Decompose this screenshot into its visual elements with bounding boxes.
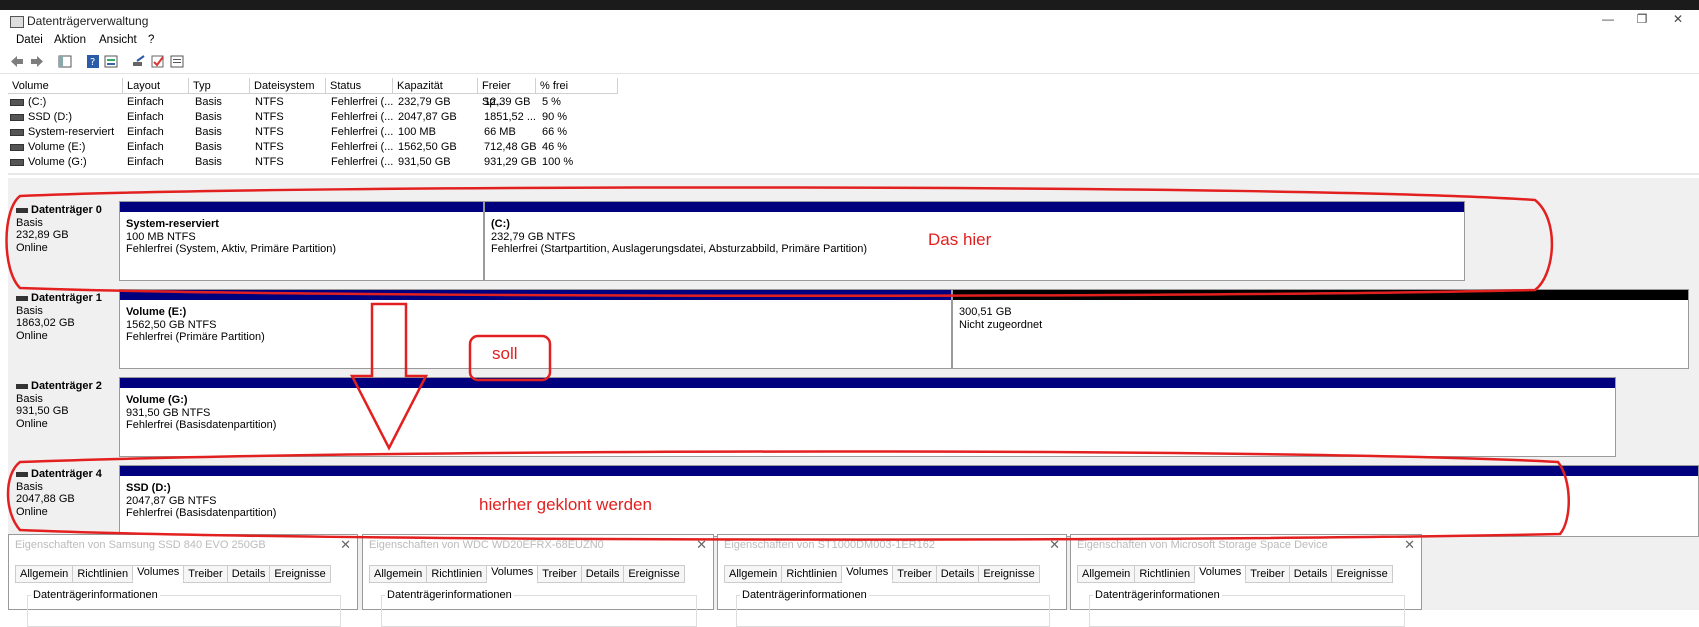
annotation-arrow [349,302,429,451]
annotation-text-das-hier: Das hier [928,230,992,249]
annotation-ellipse-source [5,186,1554,298]
annotation-overlay [5,186,1570,541]
annotation-ellipse-target [6,450,1570,541]
annotation-text-soll: soll [492,344,518,363]
annotation-text-geklont: hierher geklont werden [479,495,652,514]
